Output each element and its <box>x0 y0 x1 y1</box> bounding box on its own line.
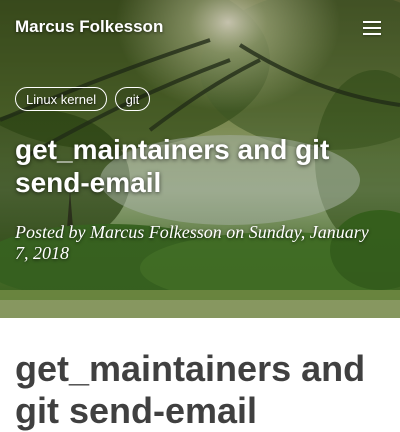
post-title: get_maintainers and git send-email <box>15 134 330 198</box>
article-content: get_maintainers and git send-email <box>15 348 385 432</box>
header-hero: Marcus Folkesson Linux kernel git get_ma… <box>0 0 400 318</box>
menu-bar <box>363 33 381 35</box>
menu-bar <box>363 27 381 29</box>
tag-git[interactable]: git <box>114 87 151 111</box>
site-brand-link[interactable]: Marcus Folkesson <box>15 17 163 37</box>
post-tags: Linux kernel git <box>15 87 153 111</box>
top-navbar: Marcus Folkesson <box>0 0 400 54</box>
tag-linux-kernel[interactable]: Linux kernel <box>15 87 108 111</box>
post-meta: Posted by Marcus Folkesson on Sunday, Ja… <box>15 222 369 263</box>
hamburger-menu-icon[interactable] <box>360 18 384 38</box>
article-heading: get_maintainers and git send-email <box>15 348 366 431</box>
menu-bar <box>363 21 381 23</box>
